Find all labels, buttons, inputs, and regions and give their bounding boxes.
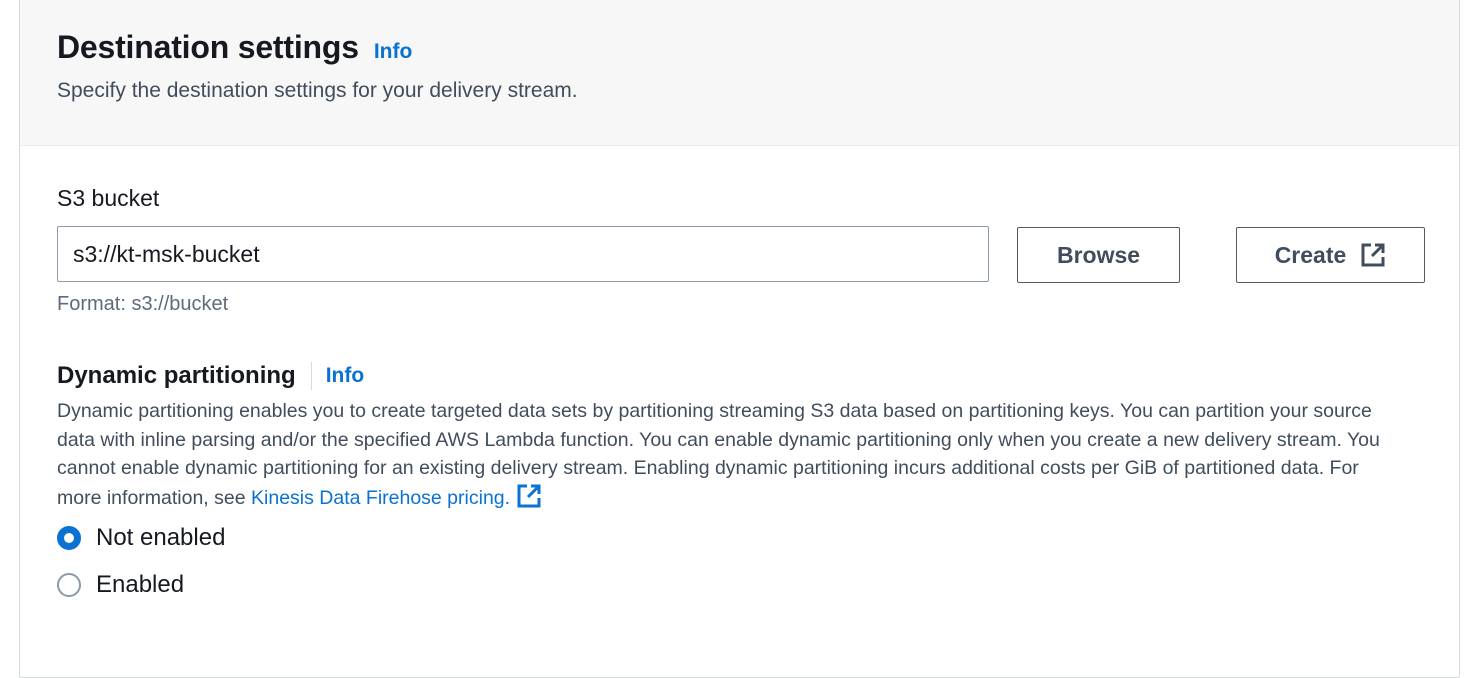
create-button[interactable]: Create <box>1236 227 1425 283</box>
radio-label: Enabled <box>96 571 185 598</box>
radio-not-enabled[interactable]: Not enabled <box>57 524 225 552</box>
radio-button-checked[interactable] <box>57 526 81 550</box>
browse-button[interactable]: Browse <box>1017 227 1180 283</box>
panel-header: Destination settings Info Specify the de… <box>20 0 1459 146</box>
s3-bucket-input[interactable] <box>57 226 989 282</box>
dynamic-partitioning-description: Dynamic partitioning enables you to crea… <box>57 397 1402 517</box>
external-link-icon <box>516 483 542 518</box>
radio-button-unchecked[interactable] <box>57 573 81 597</box>
radio-label: Not enabled <box>96 524 226 551</box>
format-hint: Format: s3://bucket <box>57 293 229 315</box>
pricing-link[interactable]: Kinesis Data Firehose pricing. <box>251 484 542 509</box>
title-row: Destination settings Info <box>57 29 412 66</box>
pricing-link-label: Kinesis Data Firehose pricing. <box>251 486 511 509</box>
dynamic-partitioning-info-link[interactable]: Info <box>326 364 364 388</box>
external-link-icon <box>1360 242 1386 268</box>
page-title: Destination settings <box>57 29 359 65</box>
destination-settings-panel: Destination settings Info Specify the de… <box>19 0 1460 678</box>
dynamic-partitioning-header: Dynamic partitioning Info <box>57 362 364 390</box>
divider <box>310 362 312 390</box>
radio-enabled[interactable]: Enabled <box>57 571 184 599</box>
create-button-label: Create <box>1274 241 1347 268</box>
browse-button-label: Browse <box>1056 241 1141 268</box>
s3-bucket-label: S3 bucket <box>57 185 160 211</box>
info-link[interactable]: Info <box>374 40 412 64</box>
header-description: Specify the destination settings for you… <box>57 79 578 102</box>
dynamic-partitioning-title: Dynamic partitioning <box>57 362 296 389</box>
